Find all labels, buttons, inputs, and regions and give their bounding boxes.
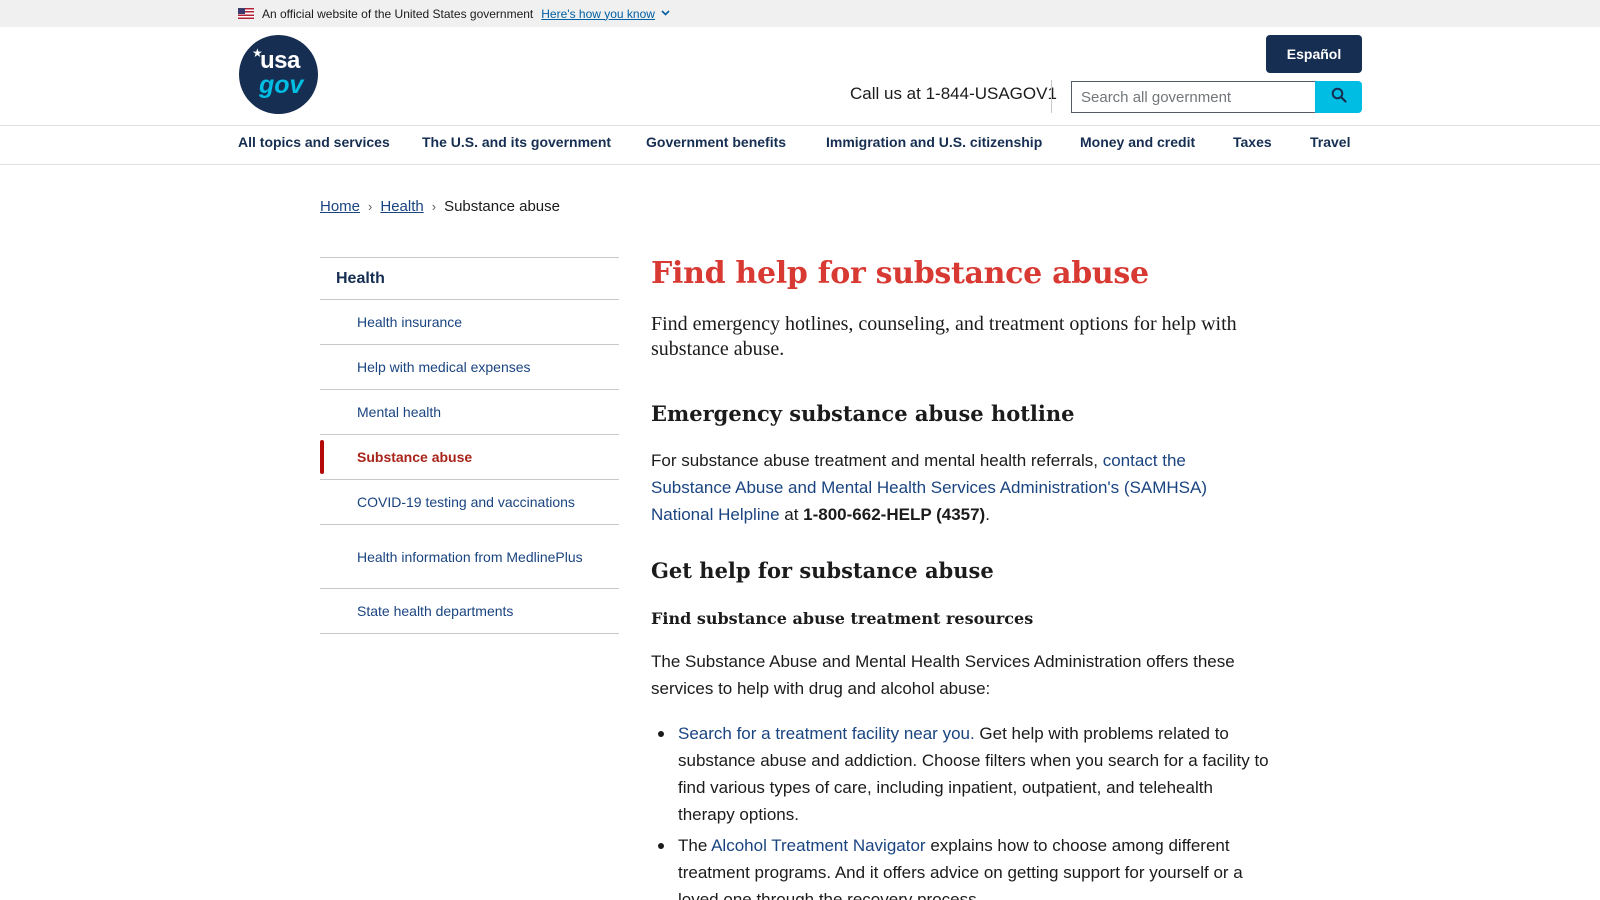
samhsa-intro-paragraph: The Substance Abuse and Mental Health Se… [651,652,1235,698]
breadcrumb-current: Substance abuse [444,198,560,215]
list-item: The Alcohol Treatment Navigator explains… [651,832,1271,900]
espanol-language-button[interactable]: Español [1266,35,1362,73]
logo-text-gov: gov [259,71,304,99]
sidenav-item-state-health-departments[interactable]: State health departments [320,588,619,634]
sidenav-parent-health[interactable]: Health [320,257,619,299]
treatment-resources-list: Search for a treatment facility near you… [651,720,1271,900]
breadcrumb: Home › Health › Substance abuse [320,198,560,215]
chevron-right-icon: › [431,199,437,214]
hotline-text-after: . [985,505,990,524]
search-input[interactable] [1071,81,1317,113]
sidenav-item-substance-abuse[interactable]: Substance abuse [320,434,619,479]
nav-item-government-benefits[interactable]: Government benefits [646,134,786,150]
breadcrumb-home-link[interactable]: Home [320,198,360,215]
heres-how-you-know-link[interactable]: Here's how you know [541,7,655,21]
nav-item-immigration[interactable]: Immigration and U.S. citizenship [826,134,1042,150]
chevron-down-icon[interactable] [661,8,670,19]
sidenav-item-medlineplus[interactable]: Health information from MedlinePlus [320,524,619,588]
search-icon [1331,87,1347,108]
sidenav-item-medical-expenses[interactable]: Help with medical expenses [320,344,619,389]
side-navigation: Health Health insurance Help with medica… [320,257,619,634]
nav-item-us-government[interactable]: The U.S. and its government [422,134,611,150]
nav-item-taxes[interactable]: Taxes [1233,134,1272,150]
nav-item-travel[interactable]: Travel [1310,134,1350,150]
list-item-prefix: The [678,836,712,855]
sidenav-item-health-insurance[interactable]: Health insurance [320,299,619,344]
nav-top-border [0,125,1600,126]
gov-banner: An official website of the United States… [0,0,1600,27]
section-heading-get-help: Get help for substance abuse [651,558,994,583]
section-heading-emergency-hotline: Emergency substance abuse hotline [651,401,1075,426]
nav-item-money-credit[interactable]: Money and credit [1080,134,1195,150]
breadcrumb-health-link[interactable]: Health [380,198,423,215]
hotline-text-mid: at [779,505,804,524]
chevron-right-icon: › [368,199,373,214]
main-content: Find help for substance abuse Find emerg… [651,252,1271,362]
nav-item-all-topics[interactable]: All topics and services [238,134,390,150]
helpline-phone-number: 1-800-662-HELP (4357) [803,505,986,524]
list-item: Search for a treatment facility near you… [651,720,1271,828]
usagov-logo[interactable]: ★ usa gov [239,35,318,114]
alcohol-treatment-navigator-link[interactable]: Alcohol Treatment Navigator [711,836,926,855]
nav-bottom-border [0,164,1600,165]
hotline-text-before: For substance abuse treatment and mental… [651,451,1103,470]
us-flag-icon [238,8,254,19]
official-site-text: An official website of the United States… [262,6,534,21]
treatment-facility-search-link[interactable]: Search for a treatment facility near you… [678,724,975,743]
subheading-treatment-resources: Find substance abuse treatment resources [651,609,1034,628]
page-lead: Find emergency hotlines, counseling, and… [651,313,1237,360]
page-title: Find help for substance abuse [651,256,1149,291]
sidenav-item-mental-health[interactable]: Mental health [320,389,619,434]
sidenav-item-covid19[interactable]: COVID-19 testing and vaccinations [320,479,619,524]
search-button[interactable] [1315,81,1362,113]
hotline-paragraph: For substance abuse treatment and mental… [651,447,1211,528]
phone-contact-text: Call us at 1-844-USAGOV1 [850,84,1057,103]
header-divider [1051,80,1052,113]
